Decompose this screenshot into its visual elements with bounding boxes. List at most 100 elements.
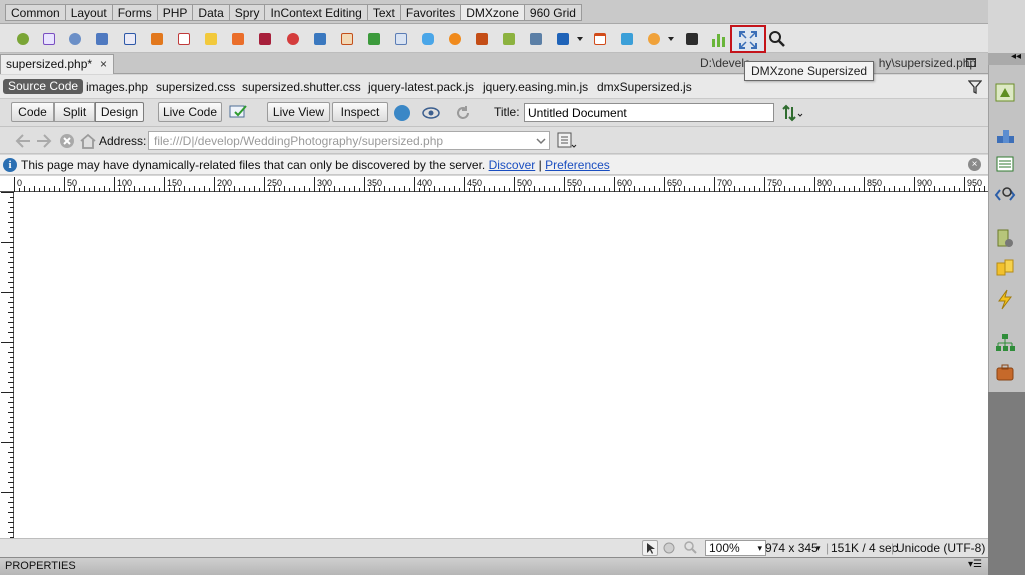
file-management-icon[interactable] [781,104,803,122]
panel-collapse-bar[interactable]: ◂◂ [988,51,1025,65]
edit-icon[interactable] [202,30,220,48]
insert-tab[interactable]: Data [192,4,229,21]
horizontal-ruler: 0 50 100 150 200 250 300 350 400 450 500 550 600 650 7… [0,176,988,192]
browser-navigation-bar: Address: [0,127,988,154]
ruler-tick-label: 600 [617,178,632,188]
document-tab[interactable]: supersized.php* × [0,54,114,74]
circle-icon[interactable] [446,30,464,48]
calendar-icon[interactable] [591,30,609,48]
screen-icon[interactable] [554,30,572,48]
chevron-down-icon[interactable] [668,37,674,41]
live-code-button[interactable]: Live Code [158,102,222,122]
close-icon[interactable]: × [968,158,981,171]
book-icon[interactable] [500,30,518,48]
insert-tab[interactable]: Forms [111,4,157,21]
back-arrow-icon[interactable] [14,132,32,150]
film-icon[interactable] [148,30,166,48]
browser-options-icon[interactable] [557,131,577,149]
panel-menu-icon[interactable]: ▾☰ [968,559,982,570]
properties-panel-header[interactable]: PROPERTIES ▾☰ [0,557,988,575]
zoom-tool-icon[interactable] [683,540,699,556]
insert-tab[interactable]: Favorites [399,4,461,21]
close-icon[interactable]: × [100,55,107,73]
insert-tab[interactable]: Layout [64,4,112,21]
panorama-icon[interactable] [473,30,491,48]
filter-icon[interactable] [967,80,983,97]
related-file[interactable]: supersized.css [156,80,235,94]
behaviors-icon[interactable] [994,288,1016,310]
home-icon[interactable] [79,132,97,150]
select-tool-icon[interactable] [642,540,658,556]
form-icon[interactable] [338,30,356,48]
live-view-button[interactable]: Live View [267,102,330,122]
grid-icon[interactable] [311,30,329,48]
audio-icon[interactable] [645,30,663,48]
insert-tab[interactable]: Text [366,4,400,21]
clapper-icon[interactable] [683,30,701,48]
insert-tab[interactable]: PHP [156,4,193,21]
source-code-tab[interactable]: Source Code [3,79,84,94]
page-icon[interactable] [121,30,139,48]
named-anchor-icon[interactable] [66,30,84,48]
image-icon[interactable] [175,30,193,48]
document-icon[interactable] [392,30,410,48]
chevron-down-icon[interactable] [533,132,549,149]
ruler-tick-label: 650 [667,178,682,188]
window-size[interactable]: 974 x 345 [765,541,818,555]
forward-arrow-icon[interactable] [35,132,53,150]
encoding: Unicode (UTF-8) [896,541,986,555]
related-file[interactable]: dmxSupersized.js [597,80,692,94]
globe-icon[interactable] [393,104,411,122]
insert-tab[interactable]: Spry [228,4,265,21]
supersized-button[interactable] [730,25,766,53]
slideshow-icon[interactable] [527,30,545,48]
visual-aids-icon[interactable] [422,104,440,122]
chart-icon[interactable] [710,30,728,48]
twitter-icon[interactable] [618,30,636,48]
site-map-icon[interactable] [994,332,1016,354]
split-view-button[interactable]: Split [54,102,95,122]
search-icon[interactable] [768,30,786,51]
restore-window-icon[interactable] [966,58,976,67]
tag-inspector-icon[interactable] [994,183,1016,205]
layers-icon[interactable] [365,30,383,48]
insert-tab[interactable]: DMXzone [460,4,524,21]
insert-panel-icon[interactable] [994,81,1016,103]
check-browser-icon[interactable] [229,103,247,121]
extensions-icon[interactable] [994,361,1016,383]
preferences-link[interactable]: Preferences [545,158,610,172]
insert-tab[interactable]: Common [5,4,65,21]
files-panel-icon[interactable] [994,228,1016,250]
css-styles-icon[interactable] [994,124,1016,146]
flash-icon[interactable] [284,30,302,48]
ap-elements-icon[interactable] [994,153,1016,175]
email-link-icon[interactable] [40,30,58,48]
design-canvas[interactable] [14,192,988,538]
zoom-select[interactable]: 100% ▾ [705,540,766,556]
chevron-down-icon[interactable] [577,37,583,41]
design-view-button[interactable]: Design [95,102,144,122]
related-file[interactable]: supersized.shutter.css [242,80,361,94]
assets-panel-icon[interactable] [994,257,1016,279]
button-icon[interactable] [419,30,437,48]
code-view-button[interactable]: Code [11,102,54,122]
discover-link[interactable]: Discover [489,158,536,172]
gallery-icon[interactable] [229,30,247,48]
related-file[interactable]: jquery-latest.pack.js [368,80,474,94]
related-file[interactable]: images.php [86,80,148,94]
document-toolbar: Code Split Design Live Code Live View In… [0,99,988,127]
insert-tab[interactable]: 960 Grid [523,4,582,21]
hand-tool-icon[interactable] [662,540,678,556]
insert-tab[interactable]: InContext Editing [264,4,367,21]
hyperlink-icon[interactable] [14,30,32,48]
stop-icon[interactable] [58,132,76,150]
tree-icon[interactable] [93,30,111,48]
ruler-tick-label: 300 [317,178,332,188]
title-input[interactable] [524,103,774,122]
inspect-button[interactable]: Inspect [332,102,388,122]
address-input[interactable] [148,131,550,150]
viewer-icon[interactable] [256,30,274,48]
refresh-icon[interactable] [454,104,472,122]
chevron-down-icon[interactable]: ▾ [816,543,821,554]
related-file[interactable]: jquery.easing.min.js [483,80,588,94]
